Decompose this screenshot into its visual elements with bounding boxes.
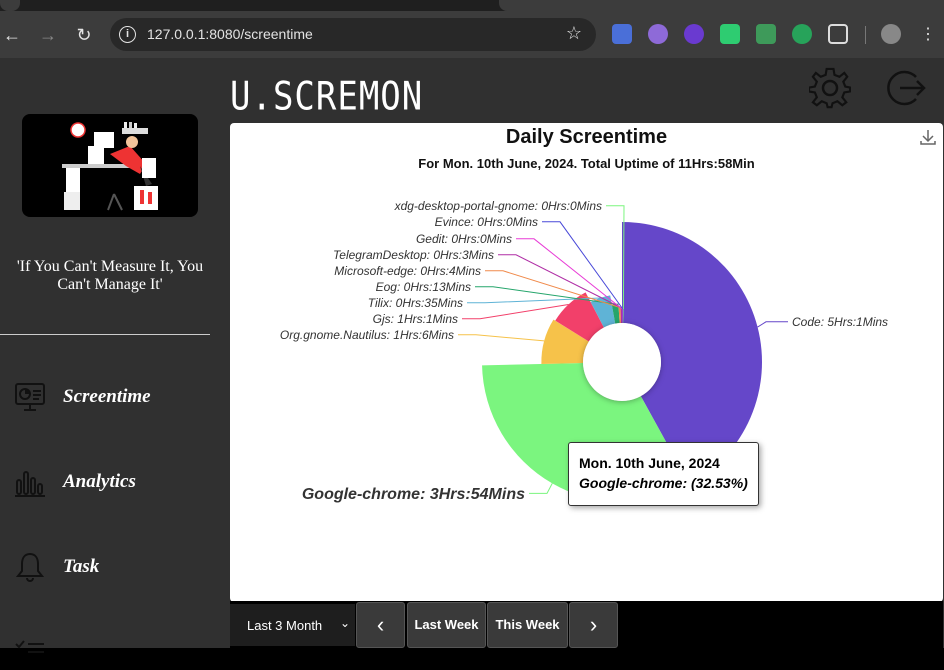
range-select-value: Last 3 Month — [247, 618, 323, 633]
pie-label-google-chrome: Google-chrome: 3Hrs:54Mins — [302, 486, 525, 503]
pie-label-telegram: TelegramDesktop: 0Hrs:3Mins — [333, 248, 494, 262]
sidebar-item-task[interactable]: Task — [14, 547, 210, 587]
tooltip-body: Google-chrome: (32.53%) — [579, 475, 748, 491]
chart-title: Daily Screentime — [505, 126, 668, 148]
checklist-icon — [15, 640, 44, 653]
reload-icon[interactable]: ↻ — [72, 23, 96, 47]
bar-chart-icon — [15, 471, 45, 497]
forward-icon[interactable]: → — [36, 23, 60, 47]
pie-chart: Code: 5Hrs:1Mins Google-chrome: 3Hrs:54Mi… — [280, 199, 888, 503]
tooltip-title: Mon. 10th June, 2024 — [579, 455, 720, 471]
extension-icon[interactable] — [756, 24, 776, 44]
extension-icon[interactable] — [684, 24, 704, 44]
hero-illustration — [22, 114, 198, 217]
leader-line-gjs — [462, 304, 569, 320]
url-text[interactable]: 127.0.0.1:8080/screentime — [147, 26, 313, 42]
pie-label-microsoft-edge: Microsoft-edge: 0Hrs:4Mins — [334, 264, 481, 278]
chart-card: Code: 5Hrs:1Mins Google-chrome: 3Hrs:54Mi… — [230, 123, 943, 602]
vue-devtools-icon[interactable] — [792, 24, 812, 44]
pie-label-nautilus: Org.gnome.Nautilus: 1Hrs:6Mins — [280, 328, 454, 342]
pie-label-gedit: Gedit: 0Hrs:0Mins — [416, 232, 512, 246]
leader-line-google-chrome — [529, 483, 553, 494]
range-controls: Last 3 Month ⌄ ‹ Last Week This Week › — [230, 601, 943, 648]
extension-icon[interactable] — [720, 24, 740, 44]
monitor-chart-icon — [15, 383, 45, 411]
sidebar-item-analytics[interactable]: Analytics — [14, 462, 210, 502]
sidebar-divider — [0, 334, 210, 335]
logout-icon[interactable] — [886, 68, 926, 108]
next-button[interactable]: › — [569, 602, 618, 648]
sidebar-item-checklist[interactable] — [14, 630, 210, 670]
download-icon[interactable] — [919, 128, 937, 146]
leader-line-nautilus — [458, 334, 545, 342]
leader-line-eog — [475, 286, 616, 305]
extensions-puzzle-icon[interactable] — [828, 24, 848, 44]
site-info-icon[interactable]: i — [119, 26, 136, 43]
main-content: U.SCREMON Code: 5Hrs:1Mins Google-chrome:… — [210, 58, 944, 648]
profile-avatar[interactable] — [881, 24, 901, 44]
leader-line-code — [757, 321, 788, 328]
last-week-button[interactable]: Last Week — [407, 602, 486, 648]
donut-hole — [583, 323, 661, 401]
chevron-down-icon: ⌄ — [339, 616, 350, 630]
motto-quote: 'If You Can't Measure It, You Can't Mana… — [16, 258, 204, 293]
sidebar-item-label: Screentime — [63, 386, 151, 407]
sidebar-item-label: Task — [63, 556, 100, 577]
back-icon[interactable]: ← — [0, 23, 24, 47]
range-select[interactable]: Last 3 Month ⌄ — [230, 604, 355, 646]
gear-icon[interactable] — [809, 67, 851, 109]
bell-icon — [15, 552, 45, 582]
sidebar: 'If You Can't Measure It, You Can't Mana… — [0, 58, 210, 653]
toolbar-separator — [865, 26, 866, 44]
sidebar-item-label: Analytics — [63, 471, 136, 492]
browser-toolbar: ← → ↻ i 127.0.0.1:8080/screentime ☆ ⋮ — [0, 11, 944, 58]
app-logo: U.SCREMON — [230, 74, 424, 120]
chart-tooltip: Mon. 10th June, 2024 Google-chrome: (32.… — [568, 442, 759, 506]
pie-label-evince: Evince: 0Hrs:0Mins — [435, 215, 538, 229]
pie-label-gjs: Gjs: 1Hrs:1Mins — [373, 312, 458, 326]
pie-label-eog: Eog: 0Hrs:13Mins — [376, 280, 471, 294]
tab-fragment[interactable] — [499, 0, 944, 11]
leader-line-xdg-portal — [606, 205, 625, 310]
chart-subtitle: For Mon. 10th June, 2024. Total Uptime o… — [418, 156, 755, 171]
this-week-button[interactable]: This Week — [487, 602, 568, 648]
pie-label-xdg-portal: xdg-desktop-portal-gnome: 0Hrs:0Mins — [394, 199, 602, 213]
pie-label-code: Code: 5Hrs:1Mins — [792, 315, 888, 329]
prev-button[interactable]: ‹ — [356, 602, 405, 648]
pie-label-tilix: Tilix: 0Hrs:35Mins — [368, 296, 463, 310]
menu-kebab-icon[interactable]: ⋮ — [916, 23, 940, 47]
browser-tab-strip — [0, 0, 944, 11]
address-bar[interactable]: i 127.0.0.1:8080/screentime ☆ — [110, 18, 596, 51]
bookmark-star-icon[interactable]: ☆ — [566, 23, 582, 44]
translate-extension-icon[interactable] — [612, 24, 632, 44]
tab-fragment[interactable] — [0, 0, 20, 11]
sidebar-item-screentime[interactable]: Screentime — [14, 377, 210, 417]
extension-icon[interactable] — [648, 24, 668, 44]
